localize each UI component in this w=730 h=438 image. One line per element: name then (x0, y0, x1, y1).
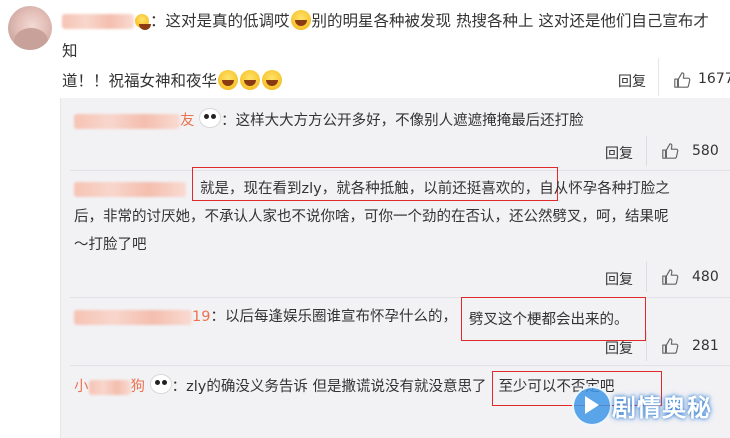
laugh-emoji (290, 10, 311, 30)
divider (70, 365, 730, 366)
like-count: 480 (692, 269, 719, 285)
like-icon[interactable] (661, 337, 679, 355)
reply-button[interactable]: 回复 (605, 338, 633, 358)
watermark-text: 剧情奥秘 (612, 394, 712, 422)
watermark-logo-icon (572, 386, 612, 426)
username-blurred[interactable]: 小狗 (74, 379, 145, 395)
laugh-emoji (262, 70, 283, 90)
laugh-emoji (240, 70, 261, 90)
like-count: 580 (692, 143, 719, 159)
reply-2-text: 就是，现在看到zly，就各种抵触，以前还挺喜欢的，自从怀孕各种打脸之 后，非常的… (74, 181, 670, 253)
reply-button[interactable]: 回复 (605, 269, 633, 289)
reply-button[interactable]: 回复 (618, 71, 646, 91)
reply-3-highlight-text: 劈叉这个梗都会出来的。 (469, 312, 629, 328)
laugh-emoji (218, 70, 239, 90)
like-icon[interactable] (661, 142, 679, 160)
divider (646, 262, 647, 292)
panda-emoji (199, 108, 222, 128)
like-icon[interactable] (661, 268, 679, 286)
like-icon[interactable] (673, 71, 691, 89)
panda-emoji (149, 374, 172, 394)
reply-button[interactable]: 回复 (605, 143, 633, 163)
emoji-small (135, 14, 151, 30)
reply-3-text: 19：以后每逢娱乐圈谁宣布怀孕什么的， (74, 303, 457, 331)
reply-1-text: 友 ：这样大大方方公开多好，不像别人遮遮掩掩最后还打脸 (74, 107, 584, 135)
username-blurred[interactable] (74, 181, 186, 197)
divider (646, 136, 647, 166)
divider (658, 58, 659, 96)
divider (646, 331, 647, 361)
reply-4-text: 小狗 ：zly的确没义务告诉 但是撒谎说没有就没意思了 至少可以不否定吧 (74, 373, 614, 401)
username-blurred[interactable]: 19 (74, 309, 210, 325)
like-count: 281 (692, 338, 719, 354)
avatar[interactable] (8, 6, 52, 50)
username-blurred[interactable] (62, 12, 134, 30)
username-blurred[interactable]: 友 (74, 113, 195, 129)
like-count: 1677 (698, 71, 730, 87)
